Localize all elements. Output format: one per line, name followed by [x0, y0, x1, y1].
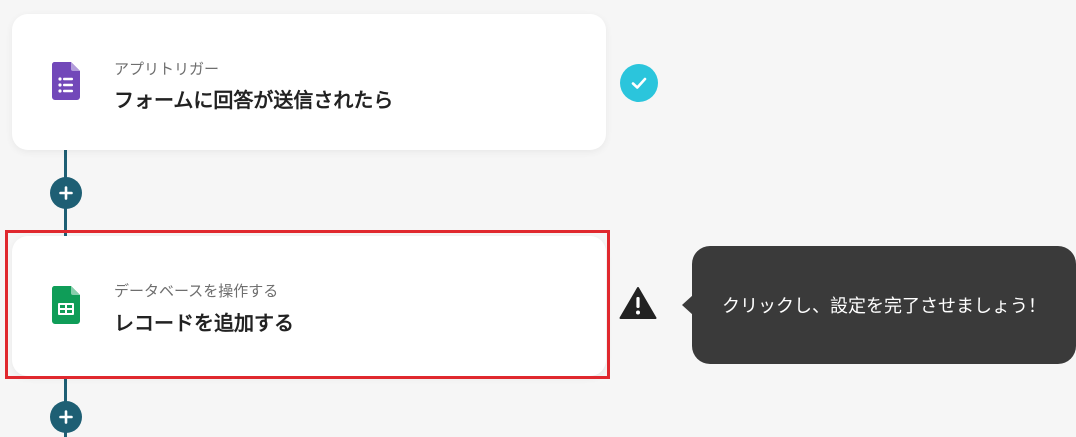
google-sheets-icon [52, 286, 80, 324]
add-step-button[interactable] [50, 177, 82, 209]
google-forms-icon [52, 62, 80, 100]
tooltip: クリックし、設定を完了させましょう！ [682, 246, 1076, 364]
step-subtitle: データベースを操作する [114, 282, 279, 300]
plus-icon [59, 410, 73, 424]
flow-step-trigger-card[interactable]: アプリトリガー フォームに回答が送信されたら [12, 14, 606, 150]
add-step-button[interactable] [50, 401, 82, 433]
plus-icon [59, 186, 73, 200]
step-title: レコードを追加する [114, 311, 294, 335]
step-title: フォームに回答が送信されたら [114, 88, 394, 112]
flow-canvas: アプリトリガー フォームに回答が送信されたら データベースを操作する レコードを… [0, 0, 1076, 437]
flow-step-action-card[interactable]: データベースを操作する レコードを追加する [12, 236, 606, 376]
tooltip-arrow [682, 295, 693, 315]
check-icon [620, 64, 658, 102]
tooltip-text: クリックし、設定を完了させましょう！ [722, 296, 1046, 317]
step-subtitle: アプリトリガー [114, 60, 220, 78]
warning-icon [619, 287, 657, 319]
